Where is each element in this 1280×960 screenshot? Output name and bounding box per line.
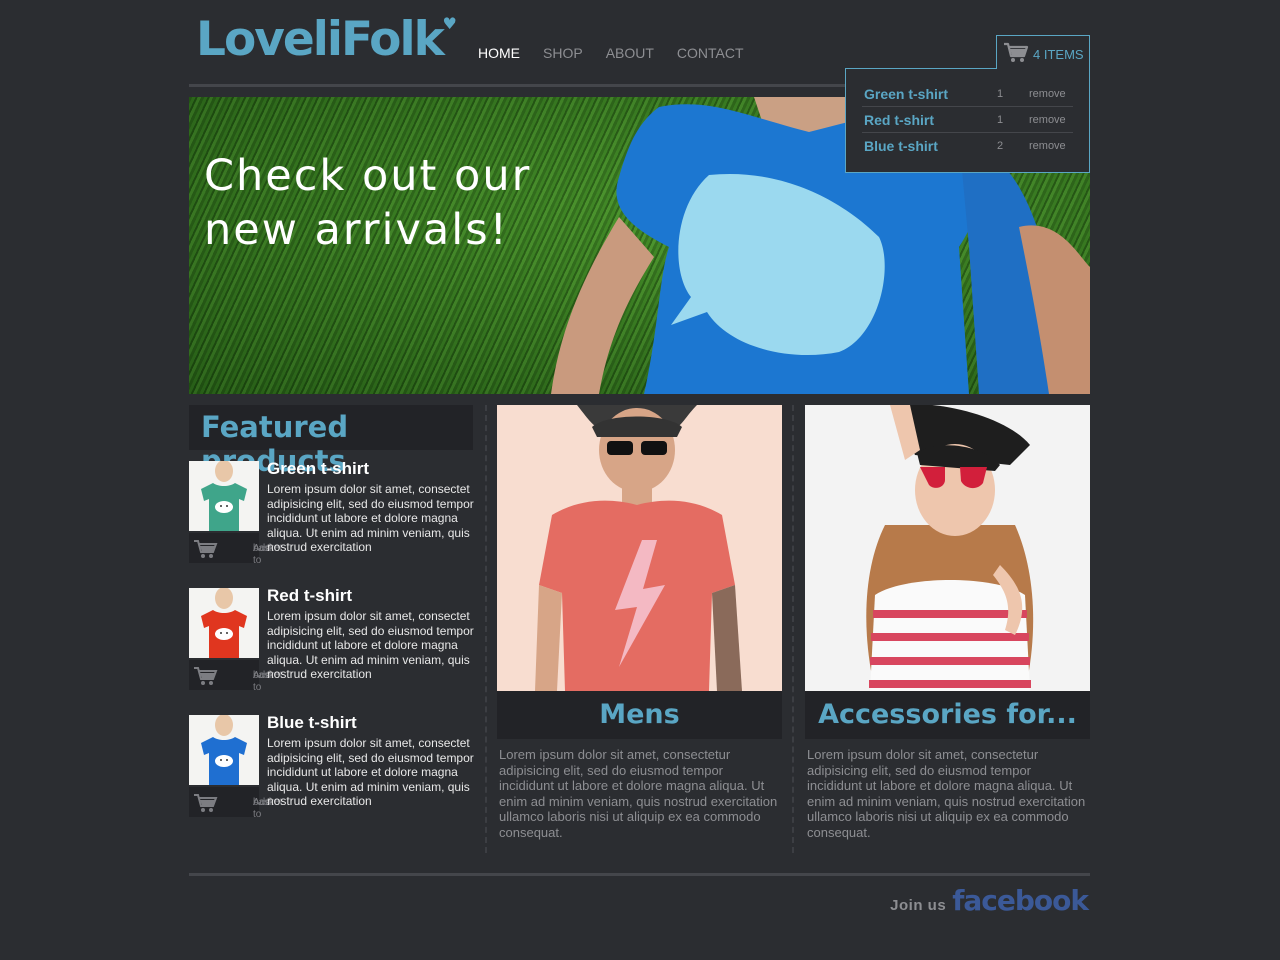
- cart-item: Green t-shirt 1 remove: [862, 81, 1073, 107]
- cart-icon: [194, 794, 218, 812]
- product-description: Lorem ipsum dolor sit amet, consectet ad…: [267, 736, 474, 808]
- cart-item: Red t-shirt 1 remove: [862, 107, 1073, 133]
- product-name[interactable]: Blue t-shirt: [267, 713, 357, 733]
- cart-item-name[interactable]: Blue t-shirt: [862, 138, 997, 154]
- add-to-basket-button[interactable]: Add to basket: [189, 660, 282, 693]
- cart-item-remove[interactable]: remove: [1029, 88, 1066, 100]
- category-description: Lorem ipsum dolor sit amet, consectetur …: [499, 747, 778, 840]
- tshirt-model-image: [201, 715, 247, 785]
- category-mens: Mens Lorem ipsum dolor sit amet, consect…: [497, 405, 782, 841]
- category-label[interactable]: Mens: [497, 691, 782, 739]
- category-description: Lorem ipsum dolor sit amet, consectetur …: [807, 747, 1086, 840]
- cart-item-name[interactable]: Red t-shirt: [862, 112, 997, 128]
- accessories-model-image: [866, 405, 1034, 691]
- cart-button[interactable]: 4 ITEMS: [996, 35, 1090, 69]
- cart-count: 4 ITEMS: [1033, 47, 1084, 62]
- cart-item-remove[interactable]: remove: [1029, 114, 1066, 126]
- cart-icon: [1004, 42, 1029, 62]
- tshirt-model-image: [201, 461, 247, 531]
- brand-logo[interactable]: LoveliFolk ♥: [196, 12, 457, 67]
- facebook-icon[interactable]: facebook: [952, 884, 1089, 917]
- product-thumbnail[interactable]: [189, 588, 259, 658]
- cart-icon: [194, 540, 218, 558]
- cart-item-qty: 2: [997, 140, 1004, 152]
- cart-item-qty: 1: [997, 113, 1004, 126]
- footer-social[interactable]: Join us facebook: [890, 884, 1089, 917]
- footer-divider: [189, 873, 1090, 876]
- column-divider: [485, 405, 487, 853]
- cart-item: Blue t-shirt 2 remove: [862, 133, 1073, 159]
- nav-home[interactable]: HOME: [478, 45, 520, 61]
- cart-icon: [194, 667, 218, 685]
- column-divider: [792, 405, 794, 853]
- product-thumbnail[interactable]: [189, 461, 259, 531]
- product-card: Add to basket Blue t-shirt Lorem ipsum do…: [189, 713, 479, 835]
- hero-title: Check out our new arrivals!: [204, 151, 532, 255]
- cart-dropdown: Green t-shirt 1 remove Red t-shirt 1 rem…: [845, 68, 1090, 173]
- cart-item-qty: 1: [997, 87, 1004, 100]
- nav-contact[interactable]: CONTACT: [677, 45, 744, 61]
- heart-icon: ♥: [442, 14, 457, 33]
- add-to-basket-button[interactable]: Add to basket: [189, 533, 282, 566]
- tshirt-model-image: [201, 588, 247, 658]
- product-description: Lorem ipsum dolor sit amet, consectet ad…: [267, 482, 474, 554]
- mens-photo[interactable]: [497, 405, 782, 691]
- product-card: Add to basket Red t-shirt Lorem ipsum dol…: [189, 586, 479, 708]
- product-thumbnail[interactable]: [189, 715, 259, 785]
- add-to-basket-button[interactable]: Add to basket: [189, 787, 282, 820]
- nav-shop[interactable]: SHOP: [543, 45, 583, 61]
- product-card: Add to basket Green t-shirt Lorem ipsum d…: [189, 459, 479, 581]
- category-accessories: Accessories for... Lorem ipsum dolor sit…: [805, 405, 1090, 841]
- cart-item-name[interactable]: Green t-shirt: [862, 86, 997, 102]
- featured-heading-box: Featured products: [189, 405, 473, 478]
- category-label[interactable]: Accessories for...: [805, 691, 1090, 739]
- brand-name: LoveliFolk: [196, 12, 445, 67]
- mens-model-image: [535, 405, 742, 691]
- product-name[interactable]: Green t-shirt: [267, 459, 369, 479]
- product-description: Lorem ipsum dolor sit amet, consectet ad…: [267, 609, 474, 681]
- nav-about[interactable]: ABOUT: [606, 45, 654, 61]
- main-nav: HOME SHOP ABOUT CONTACT: [478, 45, 767, 61]
- accessories-photo[interactable]: [805, 405, 1090, 691]
- join-us-label: Join us: [890, 897, 947, 914]
- product-name[interactable]: Red t-shirt: [267, 586, 352, 606]
- cart-item-remove[interactable]: remove: [1029, 140, 1066, 152]
